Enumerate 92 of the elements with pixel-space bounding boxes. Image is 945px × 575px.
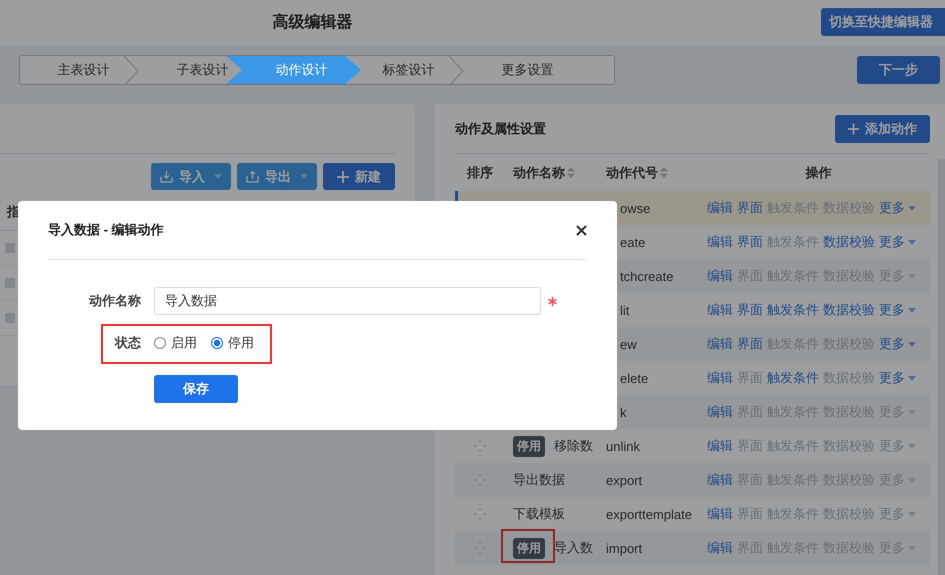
window-title: 高级编辑器 — [272, 12, 354, 33]
column-header: 动作名称 — [513, 164, 565, 182]
action-link[interactable]: 触发条件 — [767, 369, 819, 387]
action-link[interactable]: 编辑 — [707, 267, 733, 285]
panel-title: 动作及属性设置 — [455, 120, 546, 138]
action-code: eate — [620, 234, 646, 250]
action-code: elete — [620, 370, 648, 386]
dialog-title: 导入数据 - 编辑动作 — [48, 221, 164, 239]
move-icon — [474, 508, 486, 520]
move-icon — [474, 440, 486, 452]
radio-label: 停用 — [228, 334, 254, 352]
action-link[interactable]: 编辑 — [707, 369, 733, 387]
save-button[interactable]: 保存 — [154, 375, 238, 403]
caret-icon — [908, 478, 916, 482]
action-link[interactable]: 编辑 — [707, 505, 733, 523]
caret-icon — [908, 376, 916, 380]
placeholder-bar — [5, 278, 15, 288]
radio-label: 启用 — [171, 334, 197, 352]
next-step-button[interactable]: 下一步 — [857, 56, 940, 84]
caret-icon — [214, 174, 222, 179]
caret-icon — [908, 206, 916, 210]
column-header: 操作 — [806, 164, 832, 182]
action-link[interactable]: 数据校验 — [823, 301, 875, 319]
export-button[interactable]: 导出 — [237, 163, 317, 190]
move-icon — [474, 474, 486, 486]
action-link[interactable]: 编辑 — [707, 199, 733, 217]
caret-icon — [908, 274, 916, 278]
caret-icon — [908, 342, 916, 346]
action-link[interactable]: 界面 — [737, 233, 763, 251]
action-link[interactable]: 界面 — [737, 301, 763, 319]
move-icon — [474, 542, 486, 554]
import-button[interactable]: 导入 — [151, 163, 231, 190]
column-header: 动作代号 — [606, 164, 658, 182]
action-link[interactable]: 编辑 — [707, 471, 733, 489]
action-link[interactable]: 编辑 — [707, 301, 733, 319]
download-icon — [160, 170, 173, 183]
caret-icon — [908, 512, 916, 516]
action-code: export — [606, 472, 642, 488]
action-link[interactable]: 界面 — [737, 335, 763, 353]
placeholder-bar — [5, 313, 15, 323]
plus-icon — [848, 122, 859, 134]
action-link[interactable]: 更多 — [879, 301, 916, 319]
action-code: unlink — [606, 438, 640, 454]
action-code: exporttemplate — [606, 506, 692, 522]
action-link[interactable]: 更多 — [879, 233, 916, 251]
placeholder-bar — [5, 243, 15, 253]
radio-button[interactable] — [211, 337, 223, 349]
close-icon[interactable] — [576, 224, 587, 236]
action-name: 下载模板 — [513, 505, 565, 523]
step-tab[interactable]: 主表设计 — [20, 56, 139, 84]
action-link[interactable]: 更多 — [879, 335, 916, 353]
action-code: k — [620, 404, 626, 420]
caret-icon — [908, 410, 916, 414]
plus-icon — [337, 170, 349, 182]
field-label: 动作名称 — [88, 292, 142, 310]
sort-icon — [567, 167, 575, 178]
input-field[interactable]: 导入数据 — [154, 287, 541, 315]
action-link[interactable]: 触发条件 — [767, 301, 819, 319]
action-name: 导入数 — [554, 539, 593, 557]
action-link[interactable]: 编辑 — [707, 539, 733, 557]
switch-editor-button[interactable]: 切换至快捷编辑器 — [821, 8, 945, 36]
action-link[interactable]: 数据校验 — [823, 233, 875, 251]
action-link[interactable]: 编辑 — [707, 403, 733, 421]
action-link[interactable]: 编辑 — [707, 233, 733, 251]
field-label: 状态 — [113, 334, 142, 352]
action-name: 移除数 — [554, 437, 593, 455]
action-code: import — [606, 540, 642, 556]
sort-icon — [660, 167, 668, 178]
caret-icon — [908, 444, 916, 448]
action-name: 导出数据 — [513, 471, 565, 489]
step-tab[interactable]: 更多设置 — [464, 56, 583, 84]
status-badge: 停用 — [513, 538, 545, 558]
action-link[interactable]: 编辑 — [707, 335, 733, 353]
action-link[interactable]: 更多 — [879, 369, 916, 387]
caret-icon — [908, 308, 916, 312]
action-link[interactable]: 界面 — [737, 199, 763, 217]
radio-button[interactable] — [154, 337, 166, 349]
action-link[interactable]: 编辑 — [707, 437, 733, 455]
add-action-button[interactable]: 添加动作 — [835, 114, 930, 142]
status-badge: 停用 — [513, 436, 545, 456]
upload-icon — [246, 170, 259, 183]
action-code: tchcreate — [620, 268, 674, 284]
column-header: 排序 — [467, 164, 493, 182]
action-link[interactable]: 更多 — [879, 199, 916, 217]
step-tab[interactable]: 动作设计 — [226, 56, 361, 84]
action-code: ew — [620, 336, 637, 352]
caret-icon — [908, 240, 916, 244]
action-code: owse — [620, 200, 650, 216]
caret-icon — [908, 546, 916, 550]
action-code: lit — [620, 302, 630, 318]
new-button[interactable]: 新建 — [323, 163, 395, 190]
caret-icon — [300, 174, 308, 179]
